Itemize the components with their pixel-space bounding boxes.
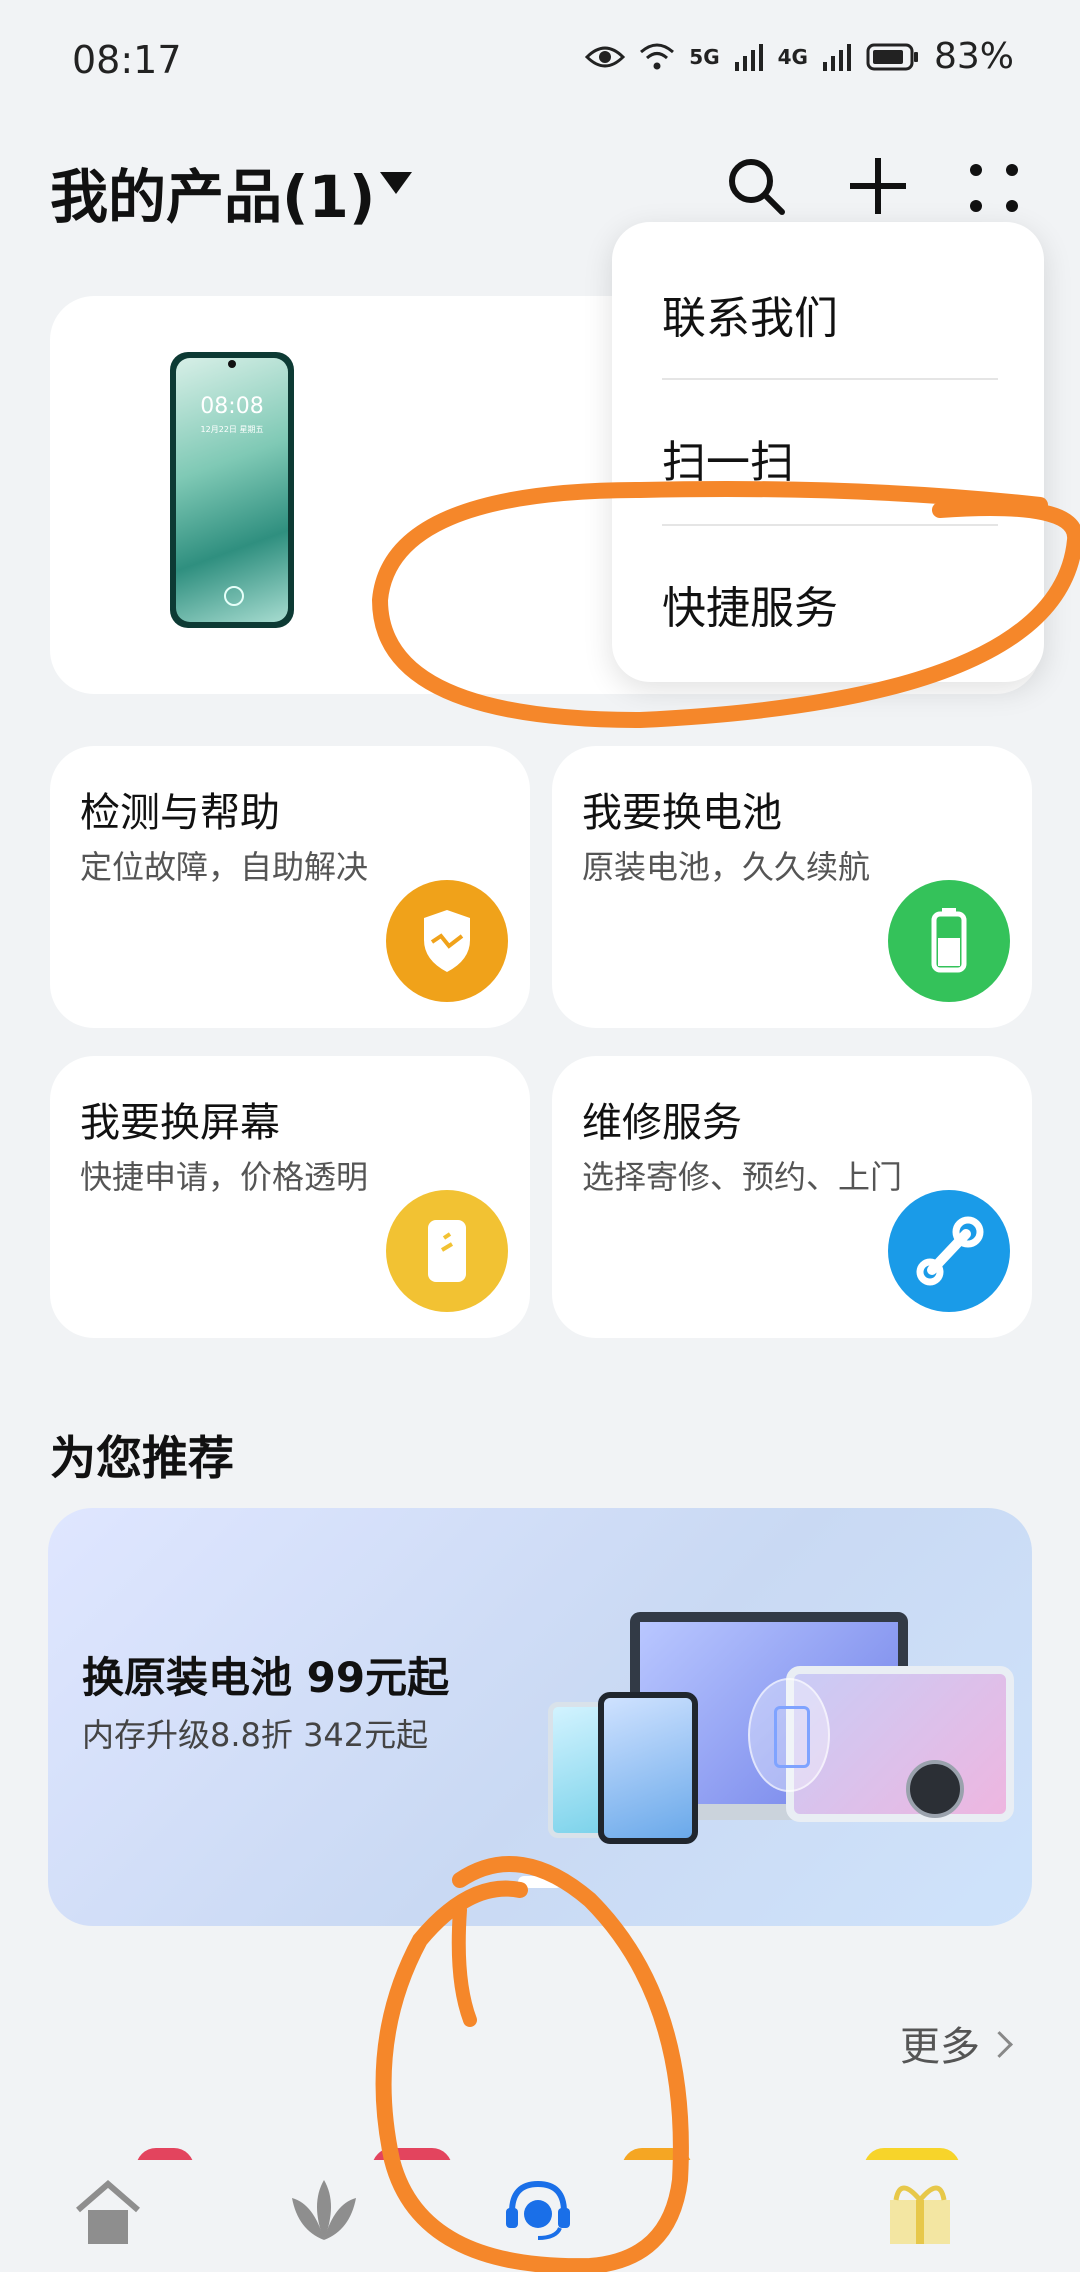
shield-icon	[386, 880, 508, 1002]
eye-icon	[585, 46, 626, 67]
menu-divider	[662, 524, 998, 526]
menu-item-quick-service[interactable]: 快捷服务	[662, 572, 838, 636]
signal-icon-2	[822, 43, 851, 71]
tile-title: 检测与帮助	[80, 790, 280, 836]
tile-screen[interactable]: 我要换屏幕 快捷申请，价格透明	[50, 1056, 530, 1338]
more-options-icon[interactable]	[966, 160, 1022, 216]
lotus-icon[interactable]	[284, 2170, 364, 2250]
add-icon[interactable]	[846, 154, 910, 218]
chevron-down-icon[interactable]	[380, 172, 412, 194]
menu-divider	[662, 378, 998, 380]
battery-icon	[888, 880, 1010, 1002]
section-title-recommend: 为您推荐	[50, 1431, 234, 1485]
battery-percent: 83%	[933, 36, 1014, 77]
tile-title: 我要换屏幕	[80, 1100, 280, 1146]
promo-banner[interactable]: 换原装电池 99元起 内存升级8.8折 342元起	[48, 1508, 1032, 1926]
popup-menu: 联系我们 扫一扫 快捷服务	[612, 222, 1044, 682]
battery-graphic	[748, 1678, 830, 1792]
tile-subtitle: 原装电池，久久续航	[582, 848, 871, 886]
chevron-right-icon	[986, 2031, 1013, 2058]
gift-icon[interactable]	[880, 2170, 960, 2250]
menu-item-contact-us[interactable]: 联系我们	[662, 282, 838, 346]
tile-subtitle: 定位故障，自助解决	[80, 848, 369, 886]
tile-title: 维修服务	[582, 1100, 742, 1146]
signal-icon	[734, 43, 763, 71]
phone-lock-time: 08:08	[200, 394, 264, 419]
tile-title: 我要换电池	[582, 790, 782, 836]
tile-battery[interactable]: 我要换电池 原装电池，久久续航	[552, 746, 1032, 1028]
status-time: 08:17	[72, 38, 182, 82]
fingerprint-icon	[224, 586, 244, 606]
network-label-5g: 5G	[689, 44, 720, 69]
banner-title: 换原装电池 99元起	[82, 1653, 450, 1702]
home-icon[interactable]	[68, 2170, 148, 2250]
banner-subtitle: 内存升级8.8折 342元起	[82, 1716, 429, 1754]
network-label-4g: 4G	[777, 44, 808, 69]
tile-subtitle: 选择寄修、预约、上门	[582, 1158, 903, 1196]
product-phone-image: 08:08 12月22日 星期五	[170, 352, 294, 628]
status-bar: 08:17 5G 4G 83%	[0, 0, 1080, 120]
tile-repair[interactable]: 维修服务 选择寄修、预约、上门	[552, 1056, 1032, 1338]
carousel-indicator	[518, 1876, 562, 1888]
phone-image	[598, 1692, 698, 1844]
phone-screen-icon	[386, 1190, 508, 1312]
more-link[interactable]: 更多	[900, 2014, 1013, 2072]
page-title[interactable]: 我的产品(1)	[50, 150, 375, 234]
service-headset-icon[interactable]	[498, 2170, 578, 2250]
status-icons: 5G 4G 83%	[585, 36, 1014, 77]
search-icon[interactable]	[724, 154, 788, 218]
tile-subtitle: 快捷申请，价格透明	[80, 1158, 369, 1196]
wrench-icon	[888, 1190, 1010, 1312]
menu-item-scan[interactable]: 扫一扫	[662, 426, 794, 490]
phone-lock-date: 12月22日 星期五	[200, 425, 264, 434]
tile-diagnostics[interactable]: 检测与帮助 定位故障，自助解决	[50, 746, 530, 1028]
wifi-icon	[640, 43, 675, 69]
bottom-tab-bar	[0, 2160, 1080, 2272]
more-link-label: 更多	[900, 2024, 980, 2070]
watch-image	[906, 1760, 964, 1818]
battery-icon	[866, 43, 918, 70]
